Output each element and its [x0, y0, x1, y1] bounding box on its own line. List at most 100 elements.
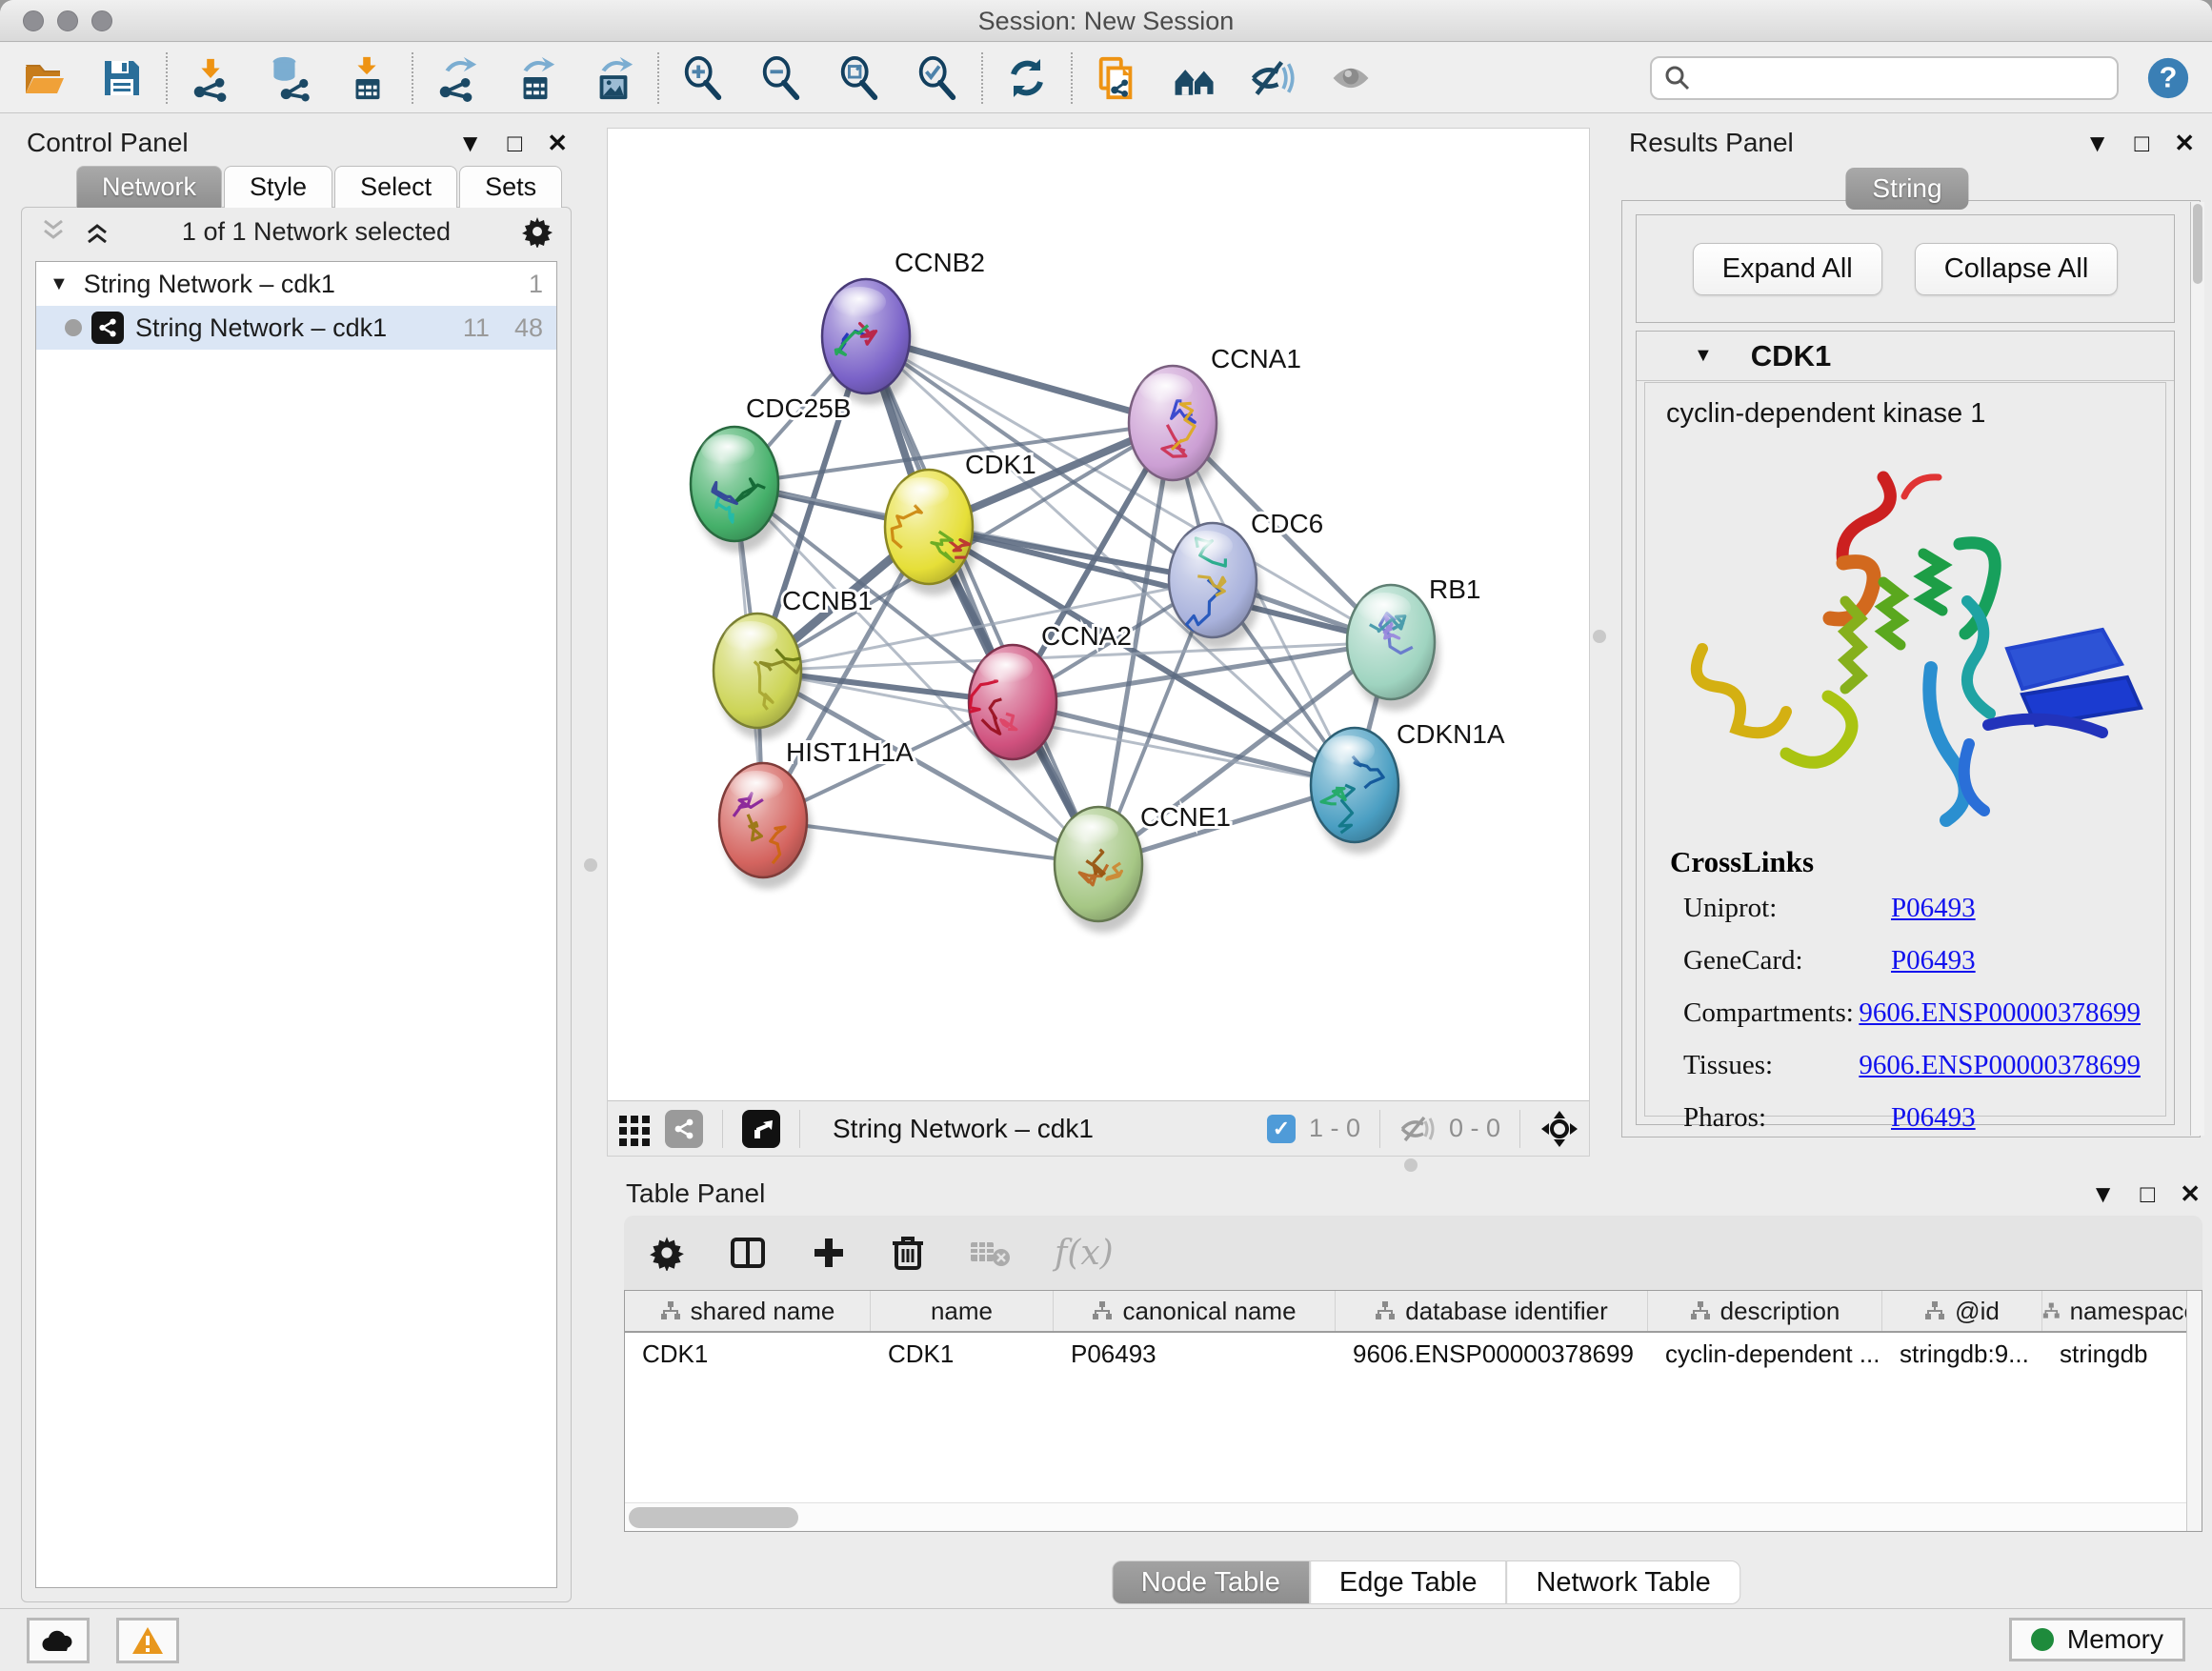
import-network-from-file-icon[interactable] — [189, 55, 234, 101]
table-panel-float-icon[interactable]: □ — [2140, 1179, 2155, 1209]
crosslink-link[interactable]: 9606.ENSP00000378699 — [1859, 1050, 2141, 1081]
vertical-splitter-handle[interactable] — [584, 858, 597, 872]
results-scrollbar[interactable] — [2190, 202, 2204, 1136]
table-cell[interactable]: P06493 — [1054, 1333, 1336, 1375]
network-node-cdkn1a[interactable]: CDKN1A — [1311, 719, 1505, 854]
table-vertical-scrollbar[interactable] — [2186, 1291, 2202, 1531]
network-node-ccnb2[interactable]: CCNB2 — [822, 248, 985, 405]
table-horizontal-scrollbar[interactable] — [625, 1502, 2186, 1531]
tab-network[interactable]: Network — [76, 166, 222, 208]
network-collection-row[interactable]: ▼ String Network – cdk1 1 — [36, 262, 556, 306]
network-node-cdc6[interactable]: CDC6 — [1169, 509, 1323, 649]
network-node-hist1h1a[interactable]: HIST1H1A — [719, 737, 914, 889]
tab-edge-table[interactable]: Edge Table — [1310, 1560, 1507, 1604]
table-options-gear-icon[interactable] — [649, 1235, 685, 1271]
zoom-selected-icon[interactable] — [915, 55, 960, 101]
search-input[interactable] — [1701, 63, 2105, 92]
control-panel-float-icon[interactable]: □ — [507, 129, 522, 158]
zoom-fit-icon[interactable] — [836, 55, 882, 101]
gene-section-expander-icon[interactable]: ▼ — [1694, 345, 1713, 367]
control-panel-menu-icon[interactable]: ▼ — [458, 129, 483, 158]
crosslink-link[interactable]: P06493 — [1891, 893, 1976, 924]
table-cell[interactable]: CDK1 — [871, 1333, 1054, 1375]
table-panel-menu-icon[interactable]: ▼ — [2091, 1179, 2116, 1209]
collapse-all-button[interactable]: Collapse All — [1915, 243, 2119, 295]
open-session-icon[interactable] — [21, 55, 67, 101]
network-canvas[interactable]: CCNB2CCNA1CDC25BCDK1CDC6RB1CCNB1CCNA2CDK… — [608, 129, 1589, 1100]
grid-view-icon[interactable] — [617, 1112, 652, 1146]
results-panel-float-icon[interactable]: □ — [2134, 129, 2149, 158]
birds-eye-view-icon[interactable] — [742, 1110, 780, 1148]
hide-selected-icon[interactable] — [1250, 55, 1296, 101]
horizontal-splitter-handle[interactable] — [1404, 1158, 1418, 1172]
table-panel-close-icon[interactable]: ✕ — [2180, 1179, 2201, 1209]
network-node-cdc25b[interactable]: CDC25B — [691, 393, 851, 553]
results-panel-menu-icon[interactable]: ▼ — [2085, 129, 2110, 158]
tab-string[interactable]: String — [1845, 168, 1968, 210]
column-header-shared-name[interactable]: shared name — [625, 1291, 871, 1331]
collapse-all-icon[interactable] — [39, 217, 68, 246]
collection-label: String Network – cdk1 — [84, 270, 335, 299]
crosslink-link[interactable]: P06493 — [1891, 1102, 1976, 1134]
network-status-dot — [65, 319, 82, 336]
collection-expander-icon[interactable]: ▼ — [50, 273, 69, 295]
network-node-ccne1[interactable]: CCNE1 — [1055, 802, 1231, 933]
zoom-in-icon[interactable] — [680, 55, 726, 101]
warnings-button[interactable] — [116, 1618, 179, 1663]
refresh-view-icon[interactable] — [1004, 55, 1050, 101]
memory-status-button[interactable]: Memory — [2009, 1618, 2185, 1661]
import-network-from-database-icon[interactable] — [267, 55, 312, 101]
clone-network-icon[interactable] — [1094, 55, 1139, 101]
table-cell[interactable]: stringdb:9... — [1882, 1333, 2042, 1375]
crosslink-link[interactable]: 9606.ENSP00000378699 — [1859, 997, 2141, 1029]
pan-mode-icon[interactable] — [1539, 1109, 1579, 1149]
export-image-icon[interactable] — [591, 55, 636, 101]
column-header-name[interactable]: name — [871, 1291, 1054, 1331]
table-cell[interactable]: cyclin-dependent ... — [1648, 1333, 1882, 1375]
results-scrollbar-thumb[interactable] — [2193, 204, 2202, 284]
save-session-icon[interactable] — [99, 55, 145, 101]
column-header--id[interactable]: @id — [1882, 1291, 2042, 1331]
tab-node-table[interactable]: Node Table — [1112, 1560, 1310, 1604]
selected-count: 1 - 0 — [1309, 1114, 1360, 1143]
control-panel: Control Panel ▼ □ ✕ Network Style Select… — [13, 124, 573, 1602]
options-gear-icon[interactable] — [521, 215, 553, 248]
column-header-description[interactable]: description — [1648, 1291, 1882, 1331]
export-network-to-file-icon[interactable] — [434, 55, 480, 101]
search-box[interactable] — [1650, 56, 2119, 100]
export-table-to-file-icon[interactable] — [513, 55, 558, 101]
network-row[interactable]: String Network – cdk1 11 48 — [36, 306, 556, 350]
zoom-out-icon[interactable] — [758, 55, 804, 101]
tab-network-table[interactable]: Network Table — [1506, 1560, 1739, 1604]
tab-select[interactable]: Select — [334, 166, 457, 208]
selected-items-checkbox-icon[interactable]: ✓ — [1267, 1115, 1296, 1143]
create-column-icon[interactable] — [811, 1235, 847, 1271]
show-columns-icon[interactable] — [729, 1234, 767, 1272]
show-all-icon[interactable] — [1328, 55, 1374, 101]
import-table-from-file-icon[interactable] — [345, 55, 391, 101]
network-overview-icon[interactable] — [665, 1110, 703, 1148]
network-node-ccna1[interactable]: CCNA1 — [1129, 344, 1301, 492]
expand-all-icon[interactable] — [83, 217, 111, 246]
column-header-database-identifier[interactable]: database identifier — [1336, 1291, 1648, 1331]
table-cell[interactable]: CDK1 — [625, 1333, 871, 1375]
column-header-namespace[interactable]: namespace — [2042, 1291, 2199, 1331]
table-hscrollbar-thumb[interactable] — [629, 1507, 798, 1528]
table-row[interactable]: CDK1CDK1P064939606.ENSP00000378699cyclin… — [625, 1333, 2202, 1375]
table-cell[interactable]: stringdb — [2042, 1333, 2199, 1375]
results-panel-close-icon[interactable]: ✕ — [2174, 129, 2195, 158]
help-icon[interactable]: ? — [2145, 55, 2191, 101]
tab-style[interactable]: Style — [224, 166, 332, 208]
vertical-splitter-handle[interactable] — [1593, 630, 1606, 643]
expand-all-button[interactable]: Expand All — [1693, 243, 1882, 295]
network-node-ccnb1[interactable]: CCNB1 — [714, 586, 873, 739]
cloud-status-button[interactable] — [27, 1618, 90, 1663]
table-cell[interactable]: 9606.ENSP00000378699 — [1336, 1333, 1648, 1375]
delete-column-icon[interactable] — [891, 1234, 925, 1272]
control-panel-close-icon[interactable]: ✕ — [547, 129, 568, 158]
network-node-rb1[interactable]: RB1 — [1347, 574, 1480, 711]
first-neighbors-icon[interactable] — [1172, 55, 1217, 101]
tab-sets[interactable]: Sets — [459, 166, 562, 208]
column-header-canonical-name[interactable]: canonical name — [1054, 1291, 1336, 1331]
crosslink-link[interactable]: P06493 — [1891, 945, 1976, 976]
